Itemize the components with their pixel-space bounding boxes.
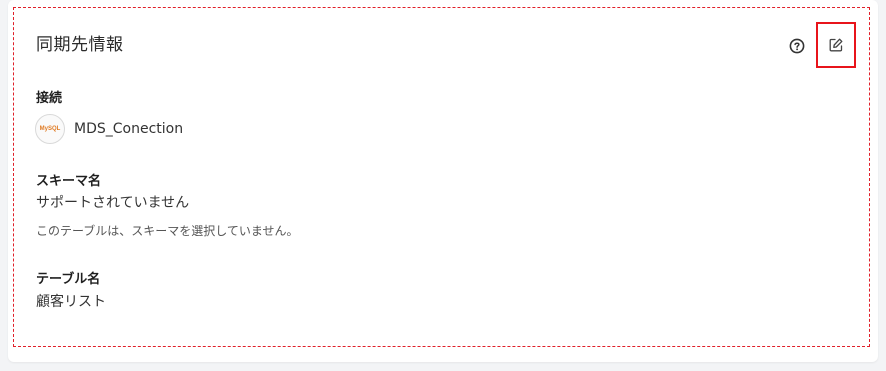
mysql-logo: MySQL: [35, 114, 65, 144]
highlight-dashed-frame: [13, 7, 870, 347]
table-value: 顧客リスト: [36, 294, 106, 310]
schema-label: スキーマ名: [36, 174, 102, 189]
schema-note: このテーブルは、スキーマを選択していません。: [36, 224, 299, 238]
connection-name: MDS_Conection: [74, 121, 184, 137]
mysql-logo-text: MySQL: [39, 126, 61, 132]
edit-button[interactable]: [816, 22, 856, 68]
help-circle-icon[interactable]: [789, 38, 805, 54]
edit-icon: [829, 38, 843, 52]
schema-value: サポートされていません: [36, 195, 190, 211]
panel-title: 同期先情報: [36, 35, 124, 55]
table-label: テーブル名: [36, 272, 101, 287]
connection-label: 接続: [36, 91, 63, 106]
connection-item[interactable]: MySQL MDS_Conection: [35, 112, 183, 146]
